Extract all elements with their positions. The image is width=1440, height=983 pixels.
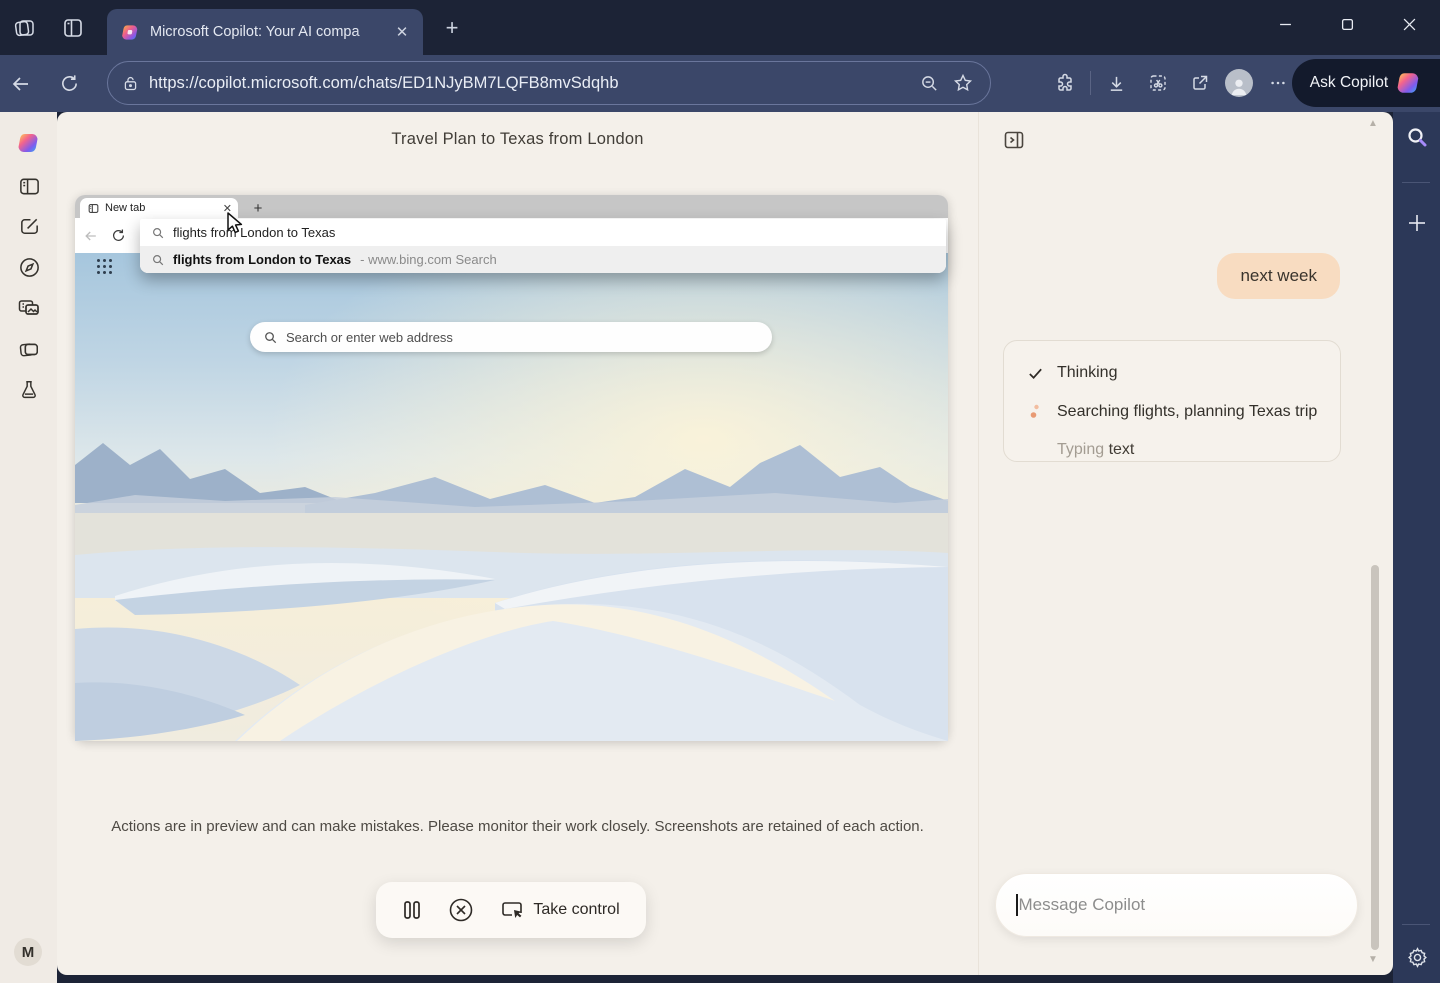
preview-refresh-icon[interactable] <box>111 228 126 243</box>
sidebar-add-icon[interactable] <box>1404 210 1430 236</box>
share-icon[interactable] <box>1183 66 1217 100</box>
downloads-icon[interactable] <box>1099 66 1133 100</box>
preview-tab-icon <box>88 203 99 214</box>
take-control-button[interactable]: Take control <box>500 899 619 921</box>
preview-tab-label: New tab <box>105 202 223 214</box>
tab-close-icon[interactable]: ✕ <box>391 21 413 43</box>
settings-gear-icon[interactable] <box>1404 944 1430 970</box>
ask-copilot-button[interactable]: Ask Copilot <box>1292 59 1440 107</box>
actions-disclaimer: Actions are in preview and can make mist… <box>57 818 978 835</box>
scroll-up-arrow[interactable]: ▲ <box>1368 118 1378 129</box>
address-bar[interactable]: https://copilot.microsoft.com/chats/ED1N… <box>107 61 991 105</box>
copilot-main-panel: Travel Plan to Texas from London New tab… <box>57 112 1393 975</box>
search-icon <box>152 227 164 239</box>
message-copilot-input[interactable]: Message Copilot <box>995 873 1358 937</box>
action-controls: Take control <box>376 882 646 938</box>
address-input-row[interactable]: flights from London to Texas <box>140 219 946 246</box>
preview-tabstrip: New tab ✕ + <box>75 195 948 218</box>
favorite-star-icon[interactable] <box>946 66 980 100</box>
window-bottom-edge <box>57 975 1393 983</box>
mouse-cursor <box>223 211 245 235</box>
copilot-logo-icon <box>1396 70 1422 96</box>
preview-search-placeholder: Search or enter web address <box>286 330 453 345</box>
text-caret <box>1016 894 1018 916</box>
back-icon[interactable] <box>4 67 38 101</box>
zoom-out-icon[interactable] <box>912 66 946 100</box>
chat-panel: ▲ next week Thinking Searching flights, … <box>978 112 1393 975</box>
search-icon <box>264 331 277 344</box>
suggestion-source: - www.bing.com Search <box>360 252 497 267</box>
preview-viewport[interactable]: Search or enter web address <box>75 253 948 741</box>
extensions-icon[interactable] <box>1048 66 1082 100</box>
preview-back-icon[interactable] <box>83 228 99 244</box>
maximize-button[interactable] <box>1316 0 1378 48</box>
minimize-button[interactable] <box>1254 0 1316 48</box>
agent-status-card[interactable]: Thinking Searching flights, planning Tex… <box>1003 340 1341 462</box>
sidebar-search-icon[interactable] <box>1404 124 1430 150</box>
conversation-title: Travel Plan to Texas from London <box>57 130 978 149</box>
discover-compass-icon[interactable] <box>17 255 41 279</box>
search-icon <box>152 254 164 266</box>
edge-sidebar-rail <box>1393 112 1440 983</box>
status-step-searching: Searching flights, planning Texas trip <box>1026 403 1317 421</box>
lock-icon <box>122 75 139 92</box>
toolbar-divider <box>1090 71 1091 95</box>
status-step-thinking: Thinking <box>1026 364 1117 382</box>
screen-share-icon[interactable] <box>17 296 41 320</box>
search-suggestion-row[interactable]: flights from London to Texas - www.bing.… <box>140 246 946 273</box>
pause-button[interactable] <box>402 899 422 921</box>
rail-divider <box>1402 924 1430 925</box>
check-icon <box>1026 365 1044 382</box>
tab-title: Microsoft Copilot: Your AI compa <box>150 24 391 40</box>
ask-copilot-label: Ask Copilot <box>1310 74 1388 92</box>
stop-button[interactable] <box>448 897 474 923</box>
new-chat-icon[interactable] <box>17 214 41 238</box>
close-button[interactable] <box>1378 0 1440 48</box>
new-tab-button[interactable]: + <box>438 14 466 42</box>
sidebar-toggle-icon[interactable] <box>17 174 41 198</box>
take-control-icon <box>500 899 524 921</box>
collapse-panel-icon[interactable] <box>1002 128 1026 152</box>
copilot-favicon <box>121 23 140 42</box>
active-browser-tab[interactable]: Microsoft Copilot: Your AI compa ✕ <box>107 9 423 55</box>
browser-toolbar: https://copilot.microsoft.com/chats/ED1N… <box>0 55 1440 112</box>
browser-titlebar: Microsoft Copilot: Your AI compa ✕ + <box>0 0 1440 55</box>
progress-spinner-icon <box>1026 403 1044 421</box>
address-suggestions-dropdown: flights from London to Texas flights fro… <box>140 219 946 273</box>
url-text: https://copilot.microsoft.com/chats/ED1N… <box>149 74 912 93</box>
profile-avatar[interactable] <box>1225 69 1253 97</box>
user-avatar[interactable]: M <box>14 938 42 966</box>
refresh-icon[interactable] <box>52 67 86 101</box>
labs-flask-icon[interactable] <box>17 378 41 402</box>
take-control-label: Take control <box>533 901 619 919</box>
preview-new-tab-icon[interactable]: + <box>249 199 267 217</box>
copilot-sidebar: M <box>0 112 57 983</box>
drag-handle-icon[interactable] <box>95 257 113 275</box>
preview-tab[interactable]: New tab ✕ <box>80 198 238 218</box>
workspaces-icon[interactable] <box>11 14 39 42</box>
pages-icon[interactable] <box>17 337 41 361</box>
more-menu-icon[interactable] <box>1261 66 1295 100</box>
rail-divider <box>1402 182 1430 183</box>
preview-search-box[interactable]: Search or enter web address <box>250 322 772 352</box>
message-input-placeholder: Message Copilot <box>1019 895 1146 915</box>
address-query-text: flights from London to Texas <box>173 225 335 240</box>
chat-scrollbar-thumb[interactable] <box>1371 565 1379 950</box>
scroll-down-arrow[interactable]: ▼ <box>1368 954 1378 965</box>
action-browser-preview[interactable]: New tab ✕ + <box>75 195 948 741</box>
user-message-bubble: next week <box>1217 253 1340 299</box>
suggestion-text: flights from London to Texas <box>173 252 351 267</box>
vertical-tabs-icon[interactable] <box>59 14 87 42</box>
screenshot-icon[interactable] <box>1141 66 1175 100</box>
copilot-home-icon[interactable] <box>17 131 41 155</box>
status-step-typing: Typing text <box>1026 441 1134 459</box>
